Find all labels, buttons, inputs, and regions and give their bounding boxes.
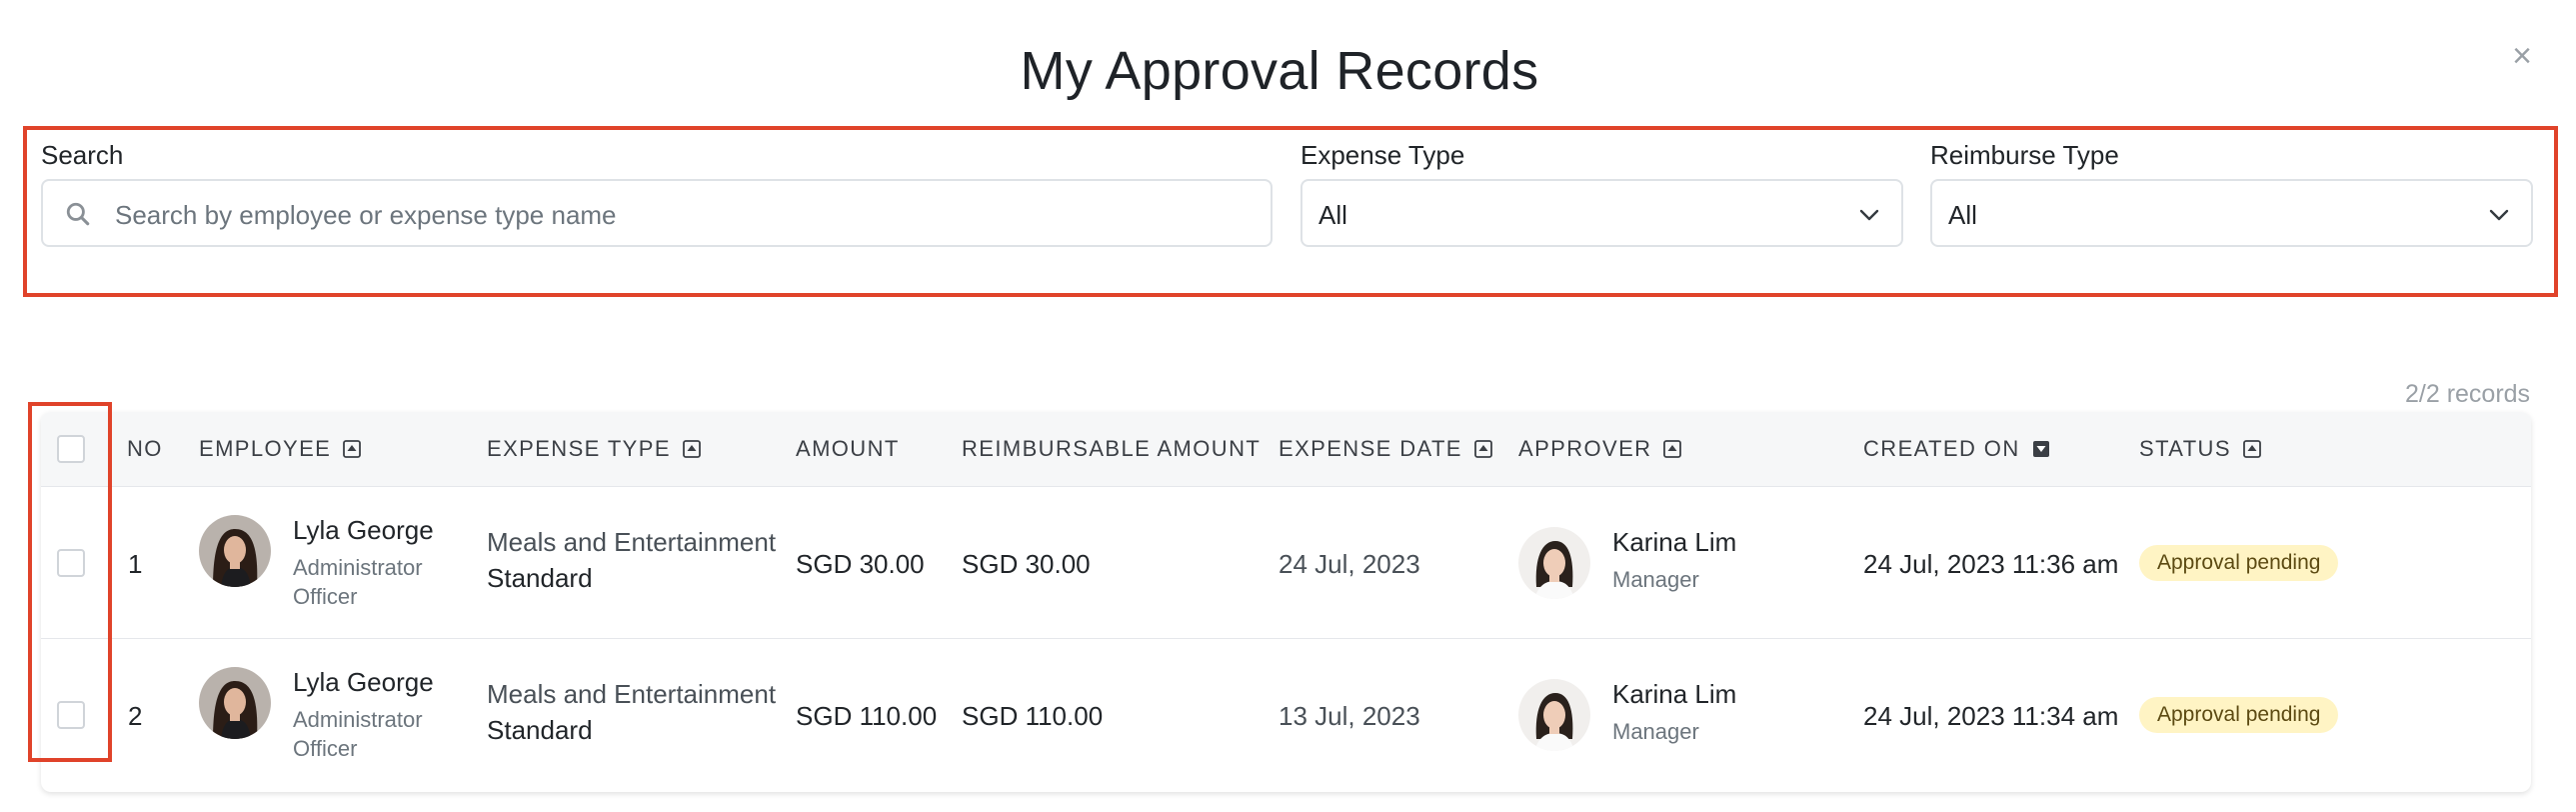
header-status[interactable]: STATUS [2139, 436, 2261, 462]
employee-role: Officer [293, 584, 358, 609]
close-icon[interactable]: × [2504, 38, 2540, 74]
row-no: 1 [128, 549, 143, 579]
sort-icon [2243, 440, 2261, 458]
reimburse-type-value: All [1948, 200, 1977, 230]
table-row[interactable]: 1 Lyla George Administrator Officer Meal… [41, 487, 2531, 639]
expense-type-select[interactable]: All [1300, 179, 1903, 247]
reimbursable-amount: SGD 110.00 [962, 701, 1104, 731]
employee-avatar [199, 667, 271, 739]
approver-role: Manager [1612, 719, 1699, 744]
row-checkbox[interactable] [57, 701, 85, 729]
expense-subtype: Standard [487, 715, 593, 745]
header-approver[interactable]: APPROVER [1518, 436, 1682, 462]
sort-icon [343, 440, 362, 458]
status-badge: Approval pending [2139, 697, 2339, 733]
amount: SGD 30.00 [796, 549, 925, 579]
approver-name: Karina Lim [1612, 679, 1737, 709]
header-expense-type[interactable]: EXPENSE TYPE [487, 436, 701, 462]
header-employee[interactable]: EMPLOYEE [199, 436, 362, 462]
expense-type: Meals and Entertainment [487, 527, 777, 557]
employee-role: Officer [293, 736, 358, 761]
sort-icon [683, 440, 701, 458]
header-created-on[interactable]: CREATED ON [1863, 436, 2050, 462]
expense-date: 24 Jul, 2023 [1279, 549, 1420, 579]
select-all-checkbox[interactable] [57, 435, 85, 463]
search-label: Search [41, 140, 124, 170]
reimbursable-amount: SGD 30.00 [962, 549, 1091, 579]
row-no: 2 [128, 701, 143, 731]
expense-type: Meals and Entertainment [487, 679, 777, 709]
employee-name: Lyla George [293, 515, 434, 545]
header-expense-date[interactable]: EXPENSE DATE [1279, 436, 1492, 462]
status-badge: Approval pending [2139, 545, 2339, 581]
approver-avatar [1518, 527, 1590, 599]
header-reimbursable-amount: REIMBURSABLE AMOUNT [962, 436, 1262, 461]
expense-type-value: All [1318, 200, 1347, 230]
reimburse-type-label: Reimburse Type [1930, 140, 2119, 170]
chevron-down-icon [2489, 209, 2509, 221]
row-checkbox[interactable] [57, 549, 85, 577]
amount: SGD 110.00 [796, 701, 938, 731]
header-amount: AMOUNT [796, 436, 900, 461]
expense-date: 13 Jul, 2023 [1279, 701, 1420, 731]
expense-subtype: Standard [487, 563, 593, 593]
table-row[interactable]: 2 Lyla George Administrator Officer Meal… [41, 639, 2531, 791]
search-icon [66, 202, 90, 226]
employee-role: Administrator [293, 707, 423, 732]
employee-role: Administrator [293, 555, 423, 580]
created-on: 24 Jul, 2023 11:36 am [1863, 549, 2119, 579]
search-input[interactable]: Search by employee or expense type name [41, 179, 1273, 247]
sort-icon [1663, 440, 1682, 458]
expense-type-label: Expense Type [1300, 140, 1465, 170]
modal-title: My Approval Records [1020, 41, 1539, 101]
approver-role: Manager [1612, 567, 1699, 592]
approver-name: Karina Lim [1612, 527, 1737, 557]
search-placeholder: Search by employee or expense type name [115, 200, 617, 230]
approver-avatar [1518, 679, 1590, 751]
created-on: 24 Jul, 2023 11:34 am [1863, 701, 2119, 731]
records-count: 2/2 records [2405, 380, 2531, 408]
chevron-down-icon [1859, 209, 1879, 221]
approval-records-table: NO EMPLOYEE EXPENSE TYPE AMOUNT REIMBURS… [41, 412, 2531, 792]
header-no: NO [127, 436, 163, 461]
reimburse-type-select[interactable]: All [1930, 179, 2533, 247]
employee-avatar [199, 515, 271, 587]
table-header: NO EMPLOYEE EXPENSE TYPE AMOUNT REIMBURS… [41, 412, 2531, 487]
sort-desc-icon [2032, 441, 2049, 457]
sort-icon [1473, 440, 1492, 458]
employee-name: Lyla George [293, 667, 434, 697]
